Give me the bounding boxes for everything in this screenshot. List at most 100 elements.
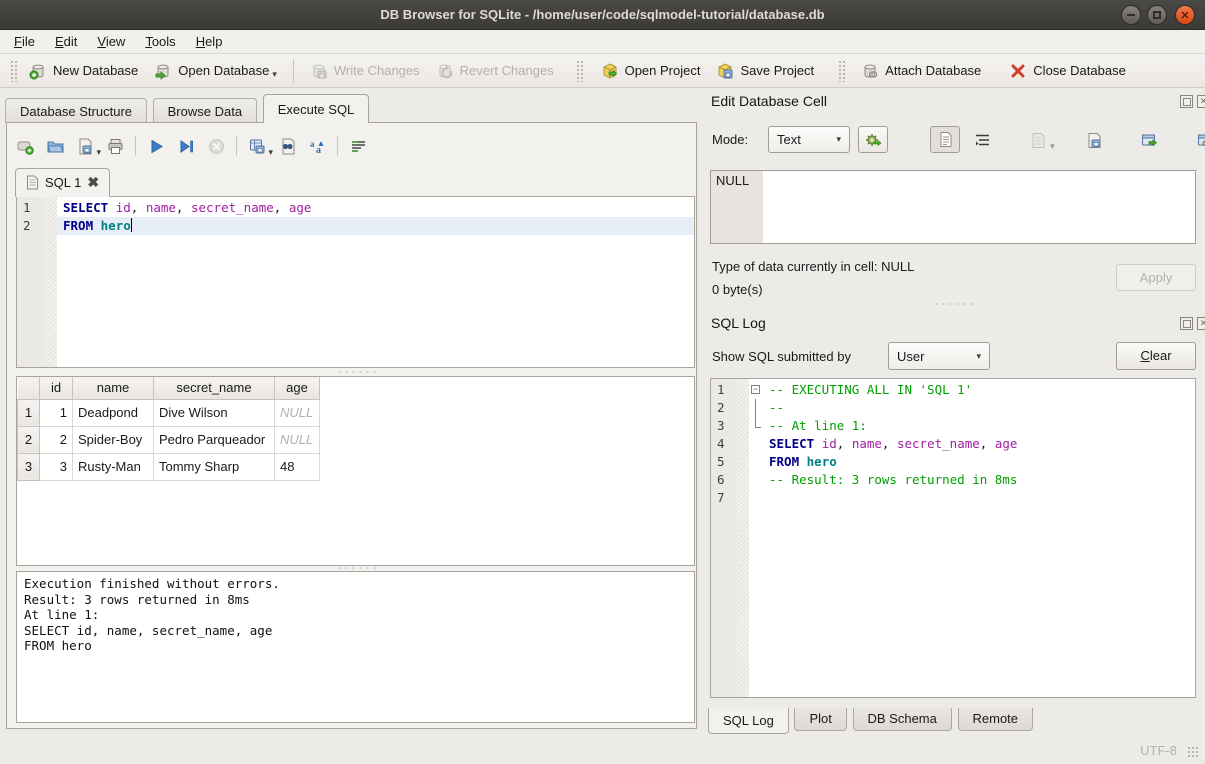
- close-window-button[interactable]: ✕: [1175, 5, 1195, 25]
- minimize-button[interactable]: [1121, 5, 1141, 25]
- open-sql-file-button[interactable]: [45, 136, 65, 156]
- open-in-external-button[interactable]: [1140, 130, 1160, 150]
- col-header-secret-name[interactable]: secret_name: [154, 377, 275, 399]
- apply-mode-button[interactable]: [858, 126, 888, 153]
- close-panel-icon[interactable]: ✕: [1197, 317, 1205, 330]
- col-header-id[interactable]: id: [40, 377, 73, 399]
- tab-database-structure[interactable]: Database Structure: [5, 98, 147, 123]
- editor-code[interactable]: SELECT id, name, secret_name, ageFROM he…: [57, 197, 694, 367]
- write-changes-button[interactable]: Write Changes: [302, 58, 428, 84]
- cell-age[interactable]: 48: [275, 453, 320, 480]
- tab-remote[interactable]: Remote: [958, 708, 1034, 731]
- sql-editor[interactable]: 12 SELECT id, name, secret_name, ageFROM…: [16, 196, 695, 368]
- format-sql-button[interactable]: aa: [307, 136, 327, 156]
- attach-database-button[interactable]: Attach Database: [853, 58, 989, 84]
- col-header-age[interactable]: age: [275, 377, 320, 399]
- status-bar: UTF-8: [0, 733, 1205, 764]
- table-row[interactable]: 3 3 Rusty-Man Tommy Sharp 48: [18, 453, 320, 480]
- stop-execution-button[interactable]: [206, 136, 226, 156]
- sql-log-view[interactable]: 1234567 − -- EXECUTING ALL IN 'SQL 1'---…: [710, 378, 1196, 698]
- import-cell-data-button[interactable]: ▾: [1029, 130, 1049, 150]
- maximize-icon: [1153, 11, 1161, 19]
- tab-sql-log[interactable]: SQL Log: [708, 708, 789, 734]
- tab-plot[interactable]: Plot: [794, 708, 846, 731]
- cell-id[interactable]: 1: [40, 399, 73, 426]
- save-results-dropdown-icon[interactable]: ▾: [268, 147, 273, 158]
- cell-id[interactable]: 3: [40, 453, 73, 480]
- cell-text-mode-toggle[interactable]: [930, 126, 960, 153]
- row-header[interactable]: 2: [18, 426, 40, 453]
- mode-select[interactable]: Text ▾: [768, 126, 850, 153]
- table-row[interactable]: 1 1 Deadpond Dive Wilson NULL: [18, 399, 320, 426]
- editor-results-splitter[interactable]: [16, 368, 695, 375]
- dock-splitter[interactable]: [710, 300, 1196, 307]
- save-results-button[interactable]: ▾: [247, 136, 267, 156]
- cell-secret-name[interactable]: Tommy Sharp: [154, 453, 275, 480]
- execute-all-button[interactable]: [146, 136, 166, 156]
- cell-id[interactable]: 2: [40, 426, 73, 453]
- clear-log-button[interactable]: Clear: [1116, 342, 1196, 370]
- edit-cell-dock-buttons: ✕: [1180, 95, 1205, 108]
- print-button[interactable]: [105, 136, 125, 156]
- encoding-indicator: UTF-8: [1140, 743, 1177, 758]
- cell-word-wrap-button[interactable]: [972, 130, 992, 150]
- cell-age[interactable]: NULL: [275, 426, 320, 453]
- export-cell-data-button[interactable]: [1084, 130, 1104, 150]
- tab-db-schema[interactable]: DB Schema: [853, 708, 952, 731]
- menu-edit[interactable]: Edit: [45, 31, 87, 52]
- apply-button[interactable]: Apply: [1116, 264, 1196, 291]
- sql-toolbar-separator: [236, 136, 237, 156]
- menu-view[interactable]: View: [87, 31, 135, 52]
- sql-document-tab[interactable]: SQL 1 ✖: [15, 168, 110, 197]
- row-header[interactable]: 3: [18, 453, 40, 480]
- toolbar-drag-handle[interactable]: [838, 60, 845, 82]
- col-header-name[interactable]: name: [73, 377, 154, 399]
- revert-changes-button[interactable]: Revert Changes: [428, 58, 562, 84]
- cell-name[interactable]: Deadpond: [73, 399, 154, 426]
- toolbar-drag-handle[interactable]: [576, 60, 583, 82]
- sql-toolbar: ▾ ▾ aa: [15, 132, 368, 160]
- cell-age[interactable]: NULL: [275, 399, 320, 426]
- menu-help[interactable]: Help: [186, 31, 233, 52]
- maximize-button[interactable]: [1147, 5, 1167, 25]
- float-panel-icon[interactable]: [1180, 317, 1193, 330]
- row-header[interactable]: 1: [18, 399, 40, 426]
- close-sql-tab-icon[interactable]: ✖: [87, 174, 99, 191]
- table-row[interactable]: 2 2 Spider-Boy Pedro Parqueador NULL: [18, 426, 320, 453]
- menu-tools[interactable]: Tools: [135, 31, 185, 52]
- results-message-splitter[interactable]: [16, 564, 695, 571]
- log-line-numbers: 1234567: [711, 379, 737, 697]
- open-project-button[interactable]: Open Project: [593, 58, 709, 84]
- tab-browse-data[interactable]: Browse Data: [153, 98, 257, 123]
- toolbar-drag-handle[interactable]: [10, 60, 17, 82]
- open-database-dropdown-icon[interactable]: ▾: [272, 69, 277, 80]
- save-sql-dropdown-icon[interactable]: ▾: [96, 147, 101, 158]
- word-wrap-button[interactable]: [348, 136, 368, 156]
- find-in-sql-button[interactable]: [277, 136, 297, 156]
- save-sql-file-button[interactable]: ▾: [75, 136, 95, 156]
- float-panel-icon[interactable]: [1180, 95, 1193, 108]
- open-database-button[interactable]: Open Database ▾: [146, 58, 285, 84]
- cell-name[interactable]: Spider-Boy: [73, 426, 154, 453]
- close-database-button[interactable]: Close Database: [1001, 58, 1134, 84]
- cell-name[interactable]: Rusty-Man: [73, 453, 154, 480]
- new-sql-tab-button[interactable]: [15, 136, 35, 156]
- execution-message-area[interactable]: Execution finished without errors. Resul…: [16, 571, 695, 723]
- sql-log-filter-select[interactable]: User ▾: [888, 342, 990, 370]
- cell-editor[interactable]: NULL: [710, 170, 1196, 244]
- save-project-button[interactable]: Save Project: [708, 58, 822, 84]
- corner-header[interactable]: [18, 377, 40, 399]
- results-table[interactable]: id name secret_name age 1 1 Deadpond Div…: [17, 377, 320, 481]
- results-grid[interactable]: id name secret_name age 1 1 Deadpond Div…: [16, 376, 695, 566]
- close-panel-icon[interactable]: ✕: [1197, 95, 1205, 108]
- link-cell-button[interactable]: [1196, 130, 1205, 150]
- cell-secret-name[interactable]: Pedro Parqueador: [154, 426, 275, 453]
- sql-tab-label: SQL 1: [45, 175, 81, 190]
- new-database-button[interactable]: New Database: [21, 58, 146, 84]
- tab-execute-sql[interactable]: Execute SQL: [263, 94, 370, 123]
- menu-file[interactable]: File: [4, 31, 45, 52]
- cell-secret-name[interactable]: Dive Wilson: [154, 399, 275, 426]
- resize-grip[interactable]: [1187, 746, 1199, 758]
- log-fold-markers[interactable]: −: [749, 379, 763, 697]
- execute-current-line-button[interactable]: [176, 136, 196, 156]
